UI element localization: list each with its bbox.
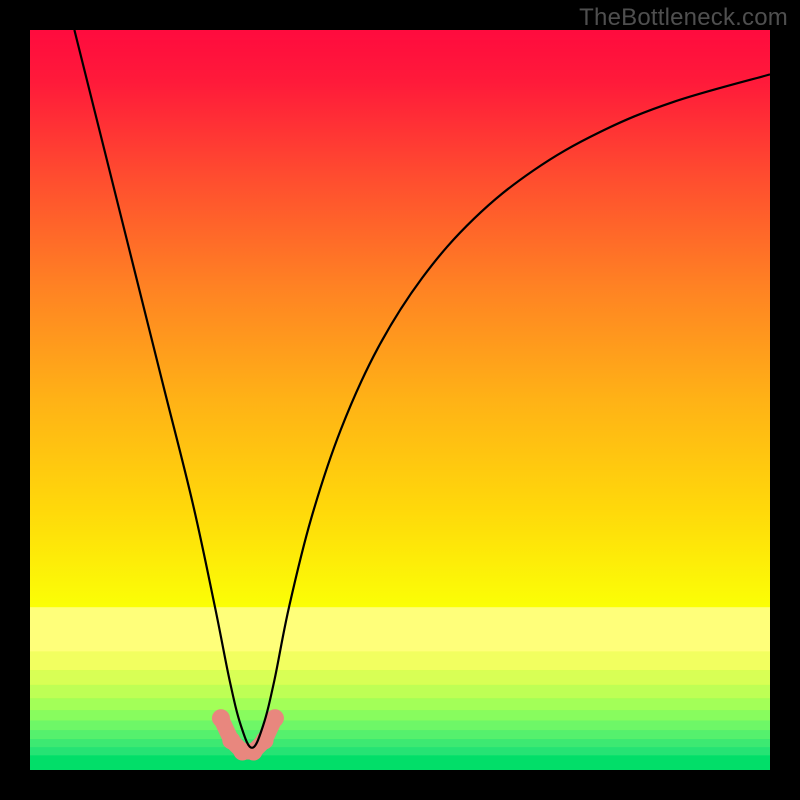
plot-area: [30, 30, 770, 770]
chart-svg: [30, 30, 770, 770]
bottleneck-curve: [74, 30, 770, 748]
watermark: TheBottleneck.com: [579, 4, 788, 32]
chart-frame: TheBottleneck.com: [0, 0, 800, 800]
